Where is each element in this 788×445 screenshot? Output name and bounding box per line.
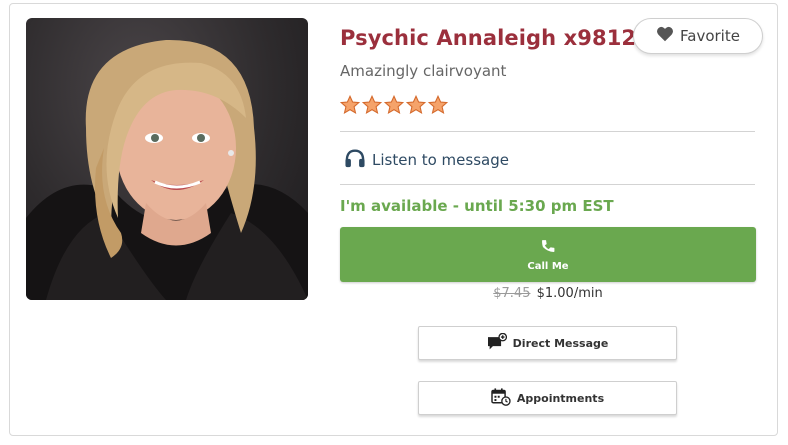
profile-photo[interactable] (26, 18, 308, 300)
message-icon (487, 332, 507, 354)
availability-status: I'm available - until 5:30 pm EST (340, 197, 614, 215)
appointments-label: Appointments (516, 391, 605, 405)
heart-icon (656, 26, 674, 46)
psychic-tagline: Amazingly clairvoyant (340, 62, 507, 80)
star-icon (406, 95, 426, 115)
star-icon (340, 95, 360, 115)
current-price: $1.00/min (536, 286, 603, 301)
headphones-icon (344, 148, 366, 172)
divider (340, 184, 755, 185)
favorite-button[interactable]: Favorite (633, 18, 763, 54)
appointments-button[interactable]: Appointments (418, 381, 677, 415)
star-icon (428, 95, 448, 115)
rating-stars (340, 95, 448, 115)
call-me-button[interactable]: Call Me (340, 227, 756, 282)
direct-message-button[interactable]: Direct Message (418, 326, 677, 360)
star-icon (362, 95, 382, 115)
call-me-label: Call Me (527, 260, 569, 272)
phone-icon (541, 238, 555, 258)
divider (340, 131, 755, 132)
direct-message-label: Direct Message (512, 336, 609, 350)
old-price: $7.45 (493, 286, 531, 301)
star-icon (384, 95, 404, 115)
favorite-label: Favorite (680, 27, 740, 45)
listen-label: Listen to message (372, 151, 509, 169)
calendar-icon (491, 387, 511, 409)
psychic-name[interactable]: Psychic Annaleigh x9812 (340, 26, 636, 50)
listen-to-message-link[interactable]: Listen to message (344, 148, 509, 172)
price: $7.45 $1.00/min (340, 286, 756, 301)
